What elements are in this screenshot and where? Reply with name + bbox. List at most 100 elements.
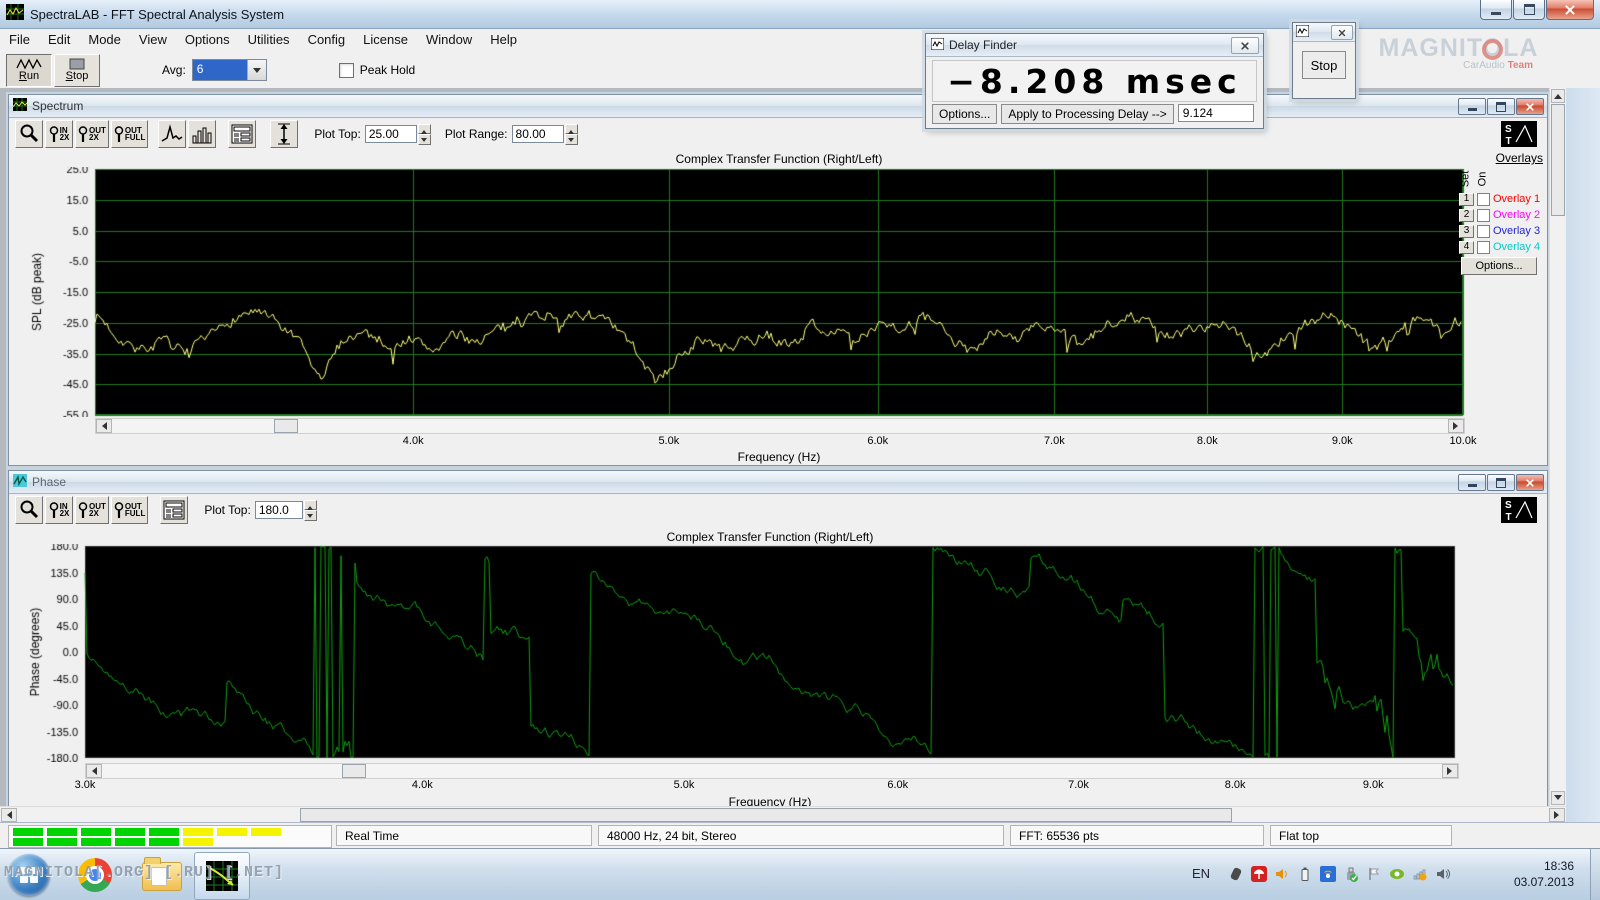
overlays-options-button[interactable]: Options...: [1461, 257, 1537, 275]
meter-segment: [251, 828, 281, 836]
mdi-scroll-left-arrow[interactable]: [1, 808, 17, 822]
volume-mixer-icon[interactable]: [1274, 866, 1290, 882]
language-indicator[interactable]: EN: [1192, 866, 1210, 881]
gpu-icon[interactable]: [1389, 866, 1405, 882]
phase-plot[interactable]: [15, 544, 1467, 762]
overlay-set-button-1[interactable]: 1: [1459, 192, 1474, 206]
zoom-out-full-button[interactable]: OUT FULL: [110, 120, 149, 148]
line-plot-button[interactable]: [158, 120, 187, 148]
main-titlebar[interactable]: SpectraLAB - FFT Spectral Analysis Syste…: [0, 0, 1600, 29]
delay-finder-titlebar[interactable]: Delay Finder: [926, 34, 1263, 57]
menu-license[interactable]: License: [354, 29, 417, 51]
mdi-scrollbar-thumb[interactable]: [300, 808, 1232, 822]
overlay-on-checkbox-4[interactable]: [1477, 240, 1490, 254]
plot-options-button[interactable]: [160, 496, 189, 524]
mini-stop-button[interactable]: Stop: [1302, 51, 1346, 79]
plot-range-input[interactable]: [511, 125, 564, 143]
taskbar-clock[interactable]: 18:36 03.07.2013: [1486, 858, 1574, 890]
mdi-vertical-scrollbar[interactable]: [1549, 88, 1566, 806]
overlay-on-checkbox-1[interactable]: [1477, 192, 1490, 206]
zoom-tool-button[interactable]: [15, 120, 43, 148]
start-button[interactable]: [8, 854, 50, 896]
plot-range-spinner[interactable]: [564, 123, 578, 145]
phase-maximize-button[interactable]: [1487, 474, 1515, 491]
phase-minimize-button[interactable]: [1458, 474, 1486, 491]
menu-view[interactable]: View: [130, 29, 176, 51]
usb-icon[interactable]: [1343, 866, 1359, 882]
chevron-down-icon[interactable]: [246, 60, 266, 80]
zoom-out-2x-button[interactable]: OUT 2X: [75, 120, 109, 148]
zoom-in-2x-button[interactable]: IN 2X: [45, 120, 73, 148]
overlay-on-checkbox-3[interactable]: [1477, 224, 1490, 238]
menu-file[interactable]: File: [0, 29, 39, 51]
mdi-horizontal-scrollbar[interactable]: [0, 806, 1566, 823]
plot-top-spinner[interactable]: [417, 123, 431, 145]
stop-button[interactable]: Stop: [54, 53, 100, 87]
scroll-left-arrow[interactable]: [96, 419, 112, 433]
delay-options-button[interactable]: Options...: [932, 104, 998, 124]
stop-window-titlebar[interactable]: [1293, 23, 1355, 42]
menu-mode[interactable]: Mode: [79, 29, 130, 51]
show-desktop-button[interactable]: [1590, 849, 1600, 900]
vertical-scale-button[interactable]: [270, 120, 299, 148]
menu-edit[interactable]: Edit: [39, 29, 79, 51]
spectrum-plot[interactable]: [11, 167, 1471, 417]
flag-icon[interactable]: [1366, 866, 1382, 882]
wireless-icon[interactable]: [1320, 866, 1336, 882]
avira-icon[interactable]: [1251, 866, 1267, 882]
phase-plot-top-spinner[interactable]: [303, 499, 317, 521]
close-button[interactable]: [1546, 0, 1594, 20]
avg-combobox[interactable]: 6: [191, 59, 267, 81]
speaker-icon[interactable]: [1435, 866, 1451, 882]
spectrum-scrollbar-thumb[interactable]: [274, 419, 298, 433]
phase-titlebar[interactable]: Phase: [9, 471, 1547, 494]
zoom-out-full-button[interactable]: OUT FULL: [110, 496, 149, 524]
overlay-on-checkbox-2[interactable]: [1477, 208, 1490, 222]
zoom-out-2x-button[interactable]: OUT 2X: [75, 496, 109, 524]
processing-delay-input[interactable]: [1177, 104, 1254, 122]
bar-plot-button[interactable]: [188, 120, 217, 148]
minimize-button[interactable]: [1480, 0, 1512, 20]
overlay-set-button-2[interactable]: 2: [1459, 208, 1474, 222]
spectrum-scrollbar[interactable]: [95, 418, 1465, 434]
maximize-button[interactable]: [1513, 0, 1545, 20]
menu-window[interactable]: Window: [417, 29, 481, 51]
stop-window-close-button[interactable]: [1331, 25, 1353, 40]
mdi-vscrollbar-thumb[interactable]: [1551, 104, 1565, 216]
battery-icon[interactable]: [1297, 866, 1313, 882]
phase-signal-type-icon[interactable]: ST: [1501, 497, 1537, 528]
menu-help[interactable]: Help: [481, 29, 526, 51]
menu-utilities[interactable]: Utilities: [239, 29, 299, 51]
phase-plot-top-input[interactable]: [254, 501, 303, 519]
phase-scroll-left-arrow[interactable]: [86, 764, 102, 778]
mdi-scroll-down-arrow[interactable]: [1551, 791, 1565, 805]
remote-icon[interactable]: [1228, 866, 1244, 882]
network-icon[interactable]: [1412, 866, 1428, 882]
plot-options-button[interactable]: [228, 120, 257, 148]
overlay-set-button-4[interactable]: 4: [1459, 240, 1474, 254]
plot-top-input[interactable]: [364, 125, 417, 143]
phase-scrollbar[interactable]: [85, 763, 1459, 779]
zoom-tool-button[interactable]: [15, 496, 43, 524]
chrome-icon[interactable]: [78, 858, 112, 892]
mdi-scroll-right-arrow[interactable]: [1549, 808, 1565, 822]
phase-scrollbar-thumb[interactable]: [342, 764, 366, 778]
apply-processing-delay-button[interactable]: Apply to Processing Delay -->: [1001, 104, 1174, 124]
overlay-set-button-3[interactable]: 3: [1459, 224, 1474, 238]
spectrum-close-button[interactable]: [1516, 98, 1544, 115]
peak-hold-checkbox[interactable]: [338, 62, 354, 78]
spectralab-taskbar-button[interactable]: [194, 852, 250, 900]
zoom-in-2x-button[interactable]: IN 2X: [45, 496, 73, 524]
scroll-right-arrow[interactable]: [1448, 419, 1464, 433]
phase-close-button[interactable]: [1516, 474, 1544, 491]
spectrum-maximize-button[interactable]: [1487, 98, 1515, 115]
explorer-icon[interactable]: [142, 857, 182, 891]
signal-type-icon[interactable]: ST: [1501, 121, 1537, 152]
menu-config[interactable]: Config: [299, 29, 355, 51]
spectrum-minimize-button[interactable]: [1458, 98, 1486, 115]
delay-finder-close-button[interactable]: [1231, 37, 1259, 54]
menu-options[interactable]: Options: [176, 29, 239, 51]
run-button[interactable]: Run: [6, 53, 52, 87]
mdi-scroll-up-arrow[interactable]: [1551, 89, 1565, 103]
phase-scroll-right-arrow[interactable]: [1442, 764, 1458, 778]
